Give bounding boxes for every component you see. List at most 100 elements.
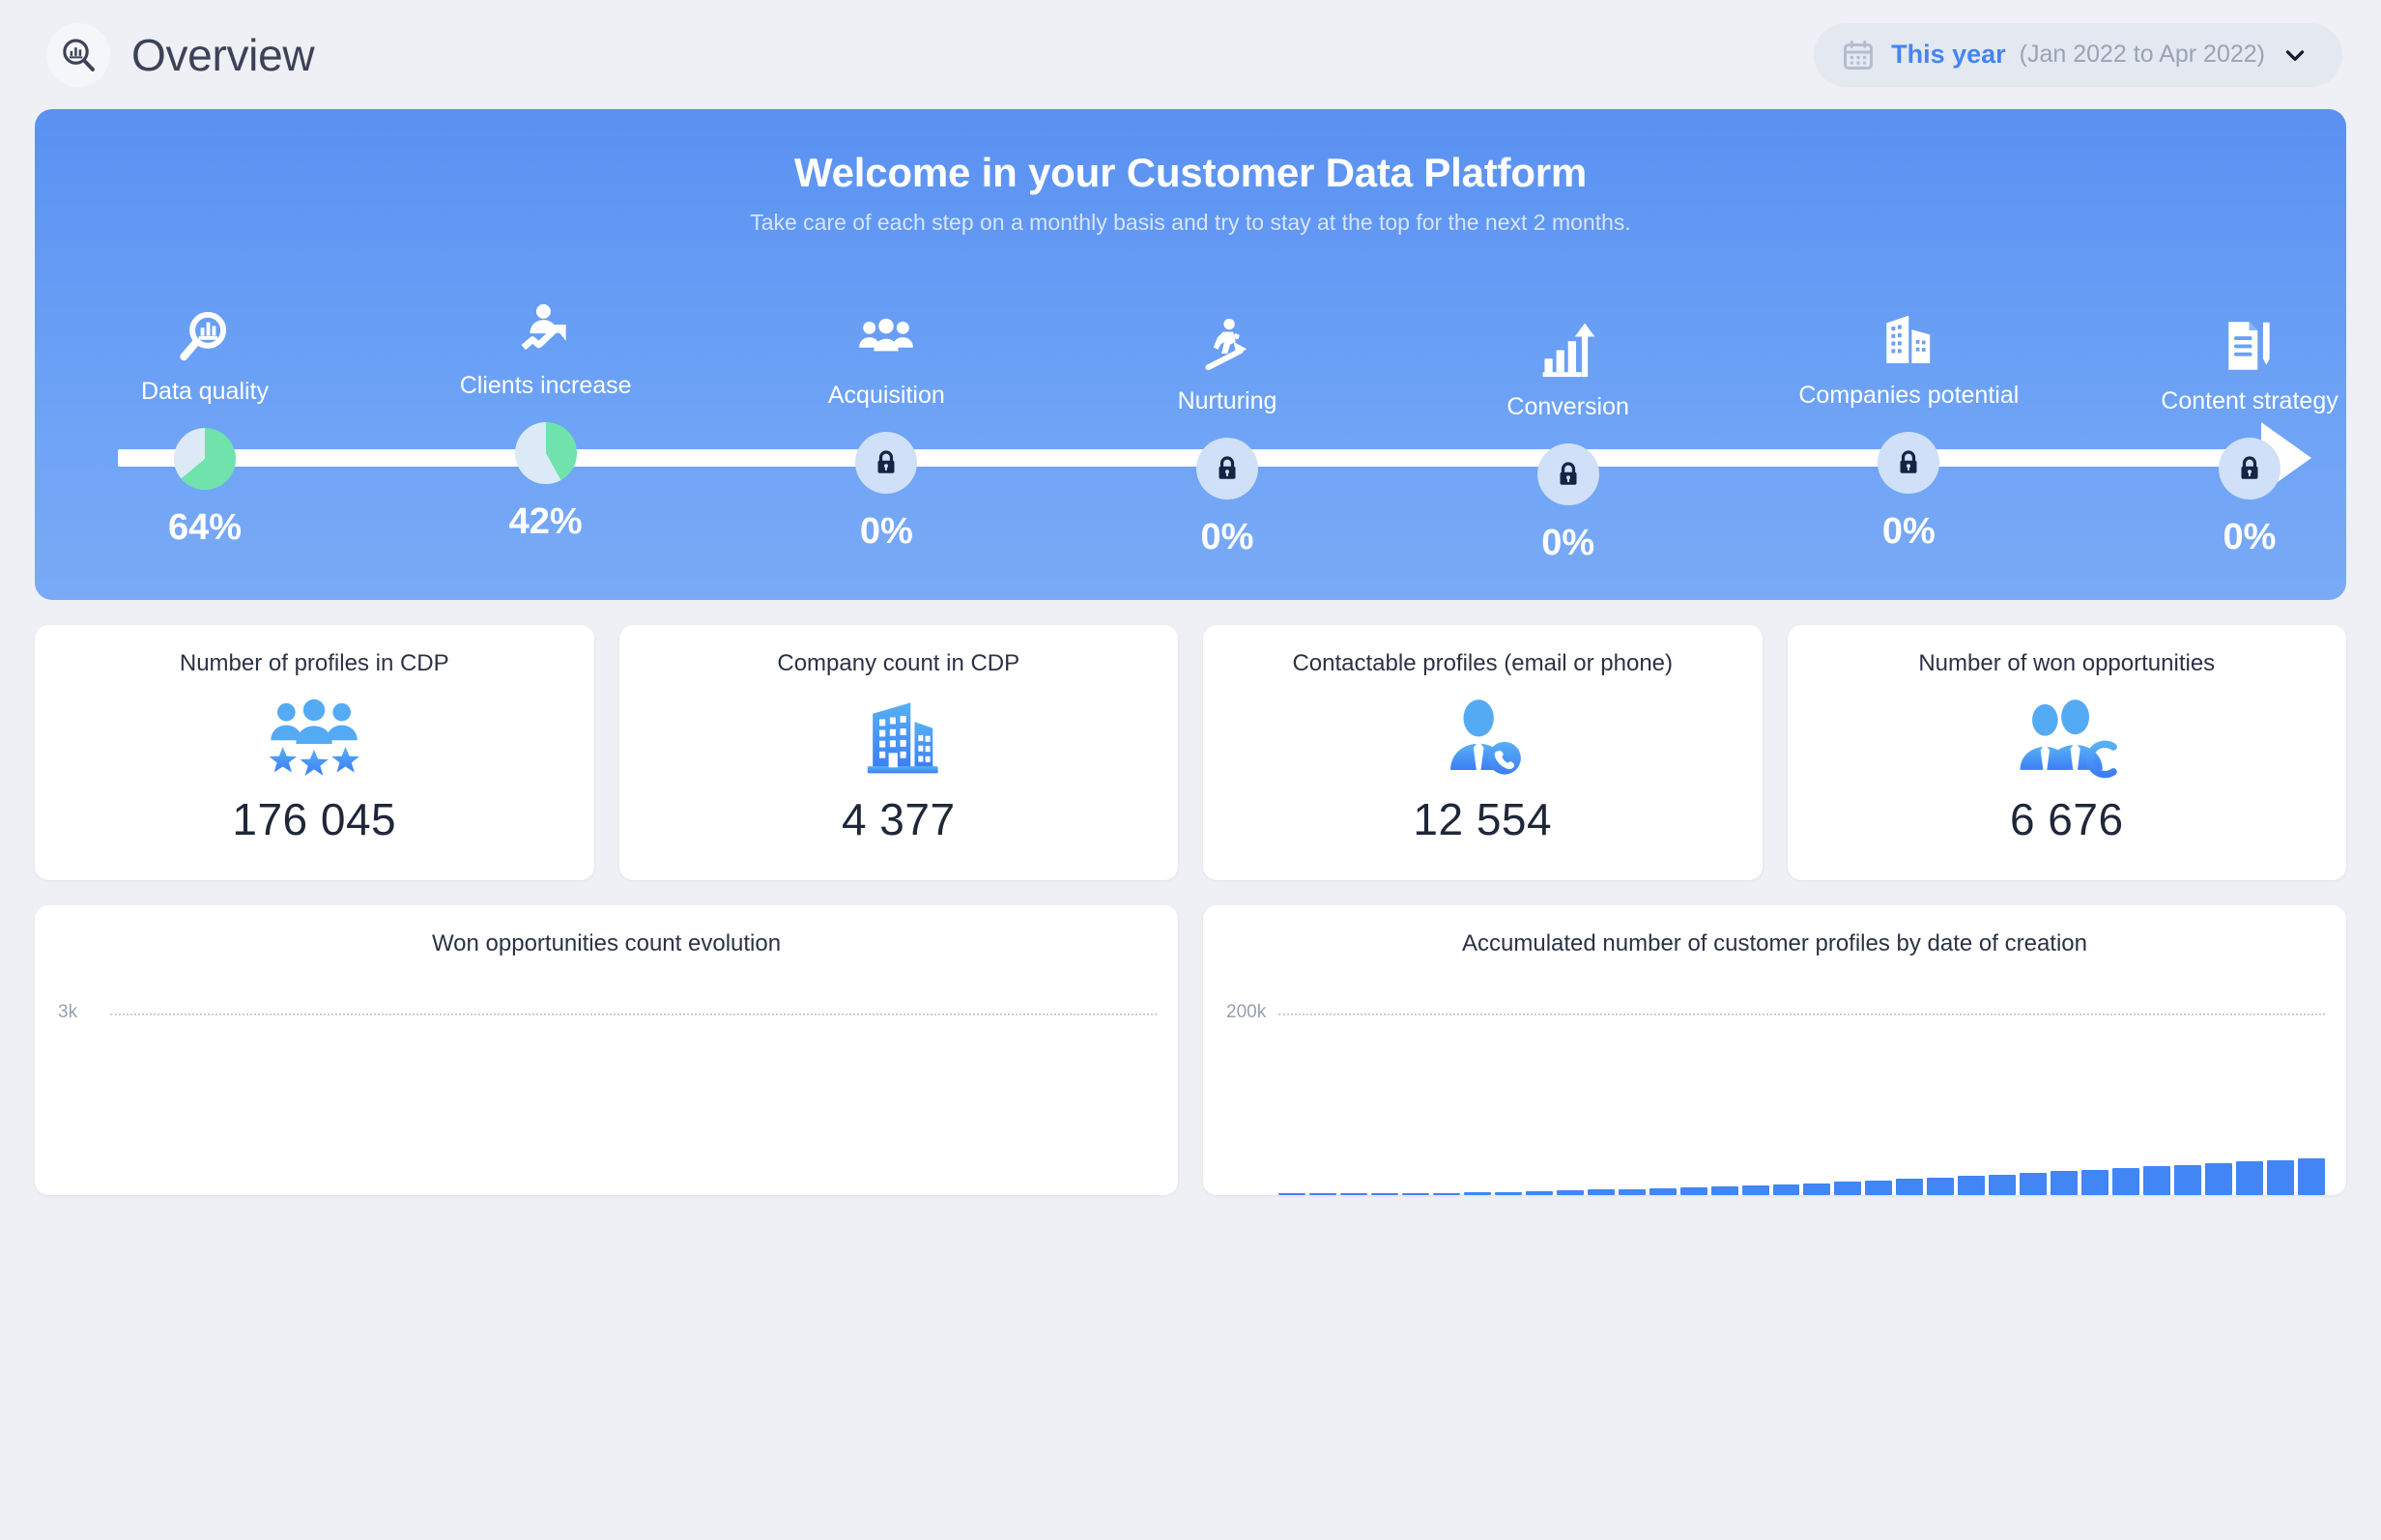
step-percent: 0% [1881, 511, 1936, 552]
chart-bar [1710, 1185, 1738, 1195]
kpi-title: Company count in CDP [777, 650, 1020, 676]
chart-title: Won opportunities count evolution [431, 930, 782, 956]
step-label: Content strategy [2161, 387, 2338, 414]
step-percent: 0% [1541, 523, 1595, 563]
progress-step[interactable]: Acquisition [760, 300, 1012, 410]
chart-bar [2112, 1168, 2140, 1195]
kpi-title: Number of profiles in CDP [179, 650, 449, 676]
step-percent: 42% [508, 501, 583, 542]
chart-bar [1587, 1189, 1615, 1195]
calendar-icon [1841, 38, 1876, 72]
person-climbing-arrow-icon [1102, 306, 1353, 376]
chart-bar [1865, 1180, 1893, 1195]
chart-bar [1339, 1193, 1367, 1195]
step-node-pie[interactable] [514, 422, 577, 484]
chart-bar [1370, 1193, 1398, 1195]
step-label: Conversion [1506, 393, 1629, 420]
chart-bar [1618, 1188, 1646, 1195]
chart-bar [1494, 1191, 1522, 1195]
people-stars-icon [257, 699, 371, 776]
progress-step[interactable]: Conversion [1443, 312, 1694, 421]
bar-chart-up-arrow-icon [1443, 312, 1694, 382]
progress-step[interactable]: Nurturing [1102, 306, 1353, 415]
chart-cards: Won opportunities count evolution 3k Accum… [0, 880, 2381, 1195]
buildings-icon [854, 700, 943, 776]
kpi-value: 4 377 [841, 794, 956, 844]
kpi-card: Number of profiles in CDP 176 045 [35, 625, 594, 880]
step-node-pie[interactable] [174, 428, 236, 490]
chart-title: Accumulated number of customer profiles … [1462, 930, 2087, 956]
magnifier-bar-chart-icon [79, 297, 330, 366]
step-node-locked[interactable] [1878, 432, 1940, 494]
chart-bar [1896, 1179, 1924, 1195]
step-node-locked[interactable] [1536, 443, 1599, 505]
step-node-locked[interactable] [1196, 438, 1258, 499]
chart-bar [1679, 1186, 1707, 1195]
chart-bar [2143, 1166, 2171, 1195]
chart-bar [2297, 1158, 2325, 1195]
bar-series [110, 1021, 1157, 1195]
chart-bar [2267, 1159, 2294, 1195]
chart-plot: 200k [1203, 973, 2346, 1195]
progress-step[interactable]: Companies potential [1783, 300, 2034, 410]
person-phone-icon [1436, 699, 1529, 776]
chart-bar [1432, 1193, 1460, 1195]
top-bar: Overview This year (Jan 2022 to Apr 2022… [0, 0, 2381, 109]
kpi-value: 176 045 [232, 794, 397, 844]
chart-bar [1803, 1183, 1831, 1195]
progress-step[interactable]: Data quality [79, 297, 330, 406]
chart-bar [1278, 1193, 1305, 1195]
kpi-title: Number of won opportunities [1918, 650, 2216, 676]
chart-bar [1649, 1187, 1677, 1195]
chart-bar [1463, 1192, 1491, 1195]
person-growth-arrow-icon [420, 291, 672, 360]
kpi-title: Contactable profiles (email or phone) [1292, 650, 1674, 676]
step-label: Clients increase [459, 372, 632, 399]
step-percent: 64% [167, 507, 243, 548]
step-node-locked[interactable] [855, 432, 918, 494]
lock-icon [2235, 454, 2264, 483]
gridline [110, 1013, 1157, 1015]
people-euro-icon [2014, 699, 2120, 779]
lock-icon [872, 448, 901, 477]
kpi-card: Contactable profiles (email or phone) 12… [1203, 625, 1763, 880]
page-title: Overview [131, 29, 315, 80]
date-range-label: This year [1891, 40, 2006, 69]
kpi-value: 12 554 [1413, 794, 1553, 844]
chart-card: Accumulated number of customer profiles … [1203, 905, 2346, 1195]
chart-bar [1834, 1181, 1862, 1195]
chart-bar [1308, 1193, 1336, 1195]
kpi-value: 6 676 [2009, 794, 2124, 844]
progress-step[interactable]: Clients increase [420, 291, 672, 400]
chart-plot: 3k [35, 973, 1178, 1195]
step-label: Companies potential [1798, 382, 2020, 409]
chart-bar [2205, 1163, 2233, 1195]
y-axis-tick-label: 3k [58, 1002, 78, 1022]
analytics-search-icon [46, 22, 110, 87]
lock-icon [1554, 460, 1583, 489]
chart-bar [1958, 1176, 1986, 1195]
step-percent: 0% [2223, 517, 2277, 557]
progress-step[interactable]: Content strategy [2124, 306, 2346, 415]
chart-bar [1927, 1177, 1955, 1195]
chart-bar [1556, 1189, 1584, 1195]
people-group-icon [760, 300, 1012, 370]
document-pencil-icon [2124, 306, 2346, 376]
lock-icon [1894, 448, 1923, 477]
office-buildings-icon [1783, 300, 2034, 370]
chart-card: Won opportunities count evolution 3k [35, 905, 1178, 1195]
chart-bar [2081, 1169, 2109, 1195]
kpi-card: Number of won opportunities 6 676 [1787, 625, 2346, 880]
gridline [1278, 1013, 2325, 1015]
brand: Overview [46, 22, 315, 87]
date-range-selector[interactable]: This year (Jan 2022 to Apr 2022) [1814, 22, 2342, 87]
step-label: Nurturing [1177, 387, 1277, 414]
welcome-banner: Welcome in your Customer Data Platform T… [35, 109, 2346, 600]
bar-series [1278, 1021, 2325, 1195]
banner-subtitle: Take care of each step on a monthly basi… [750, 210, 1631, 235]
chart-bar [1772, 1184, 1800, 1195]
chart-bar [2051, 1171, 2079, 1195]
kpi-cards: Number of profiles in CDP 176 045 Company… [0, 600, 2381, 880]
step-node-locked[interactable] [2219, 438, 2281, 499]
chevron-down-icon[interactable] [2281, 41, 2309, 70]
